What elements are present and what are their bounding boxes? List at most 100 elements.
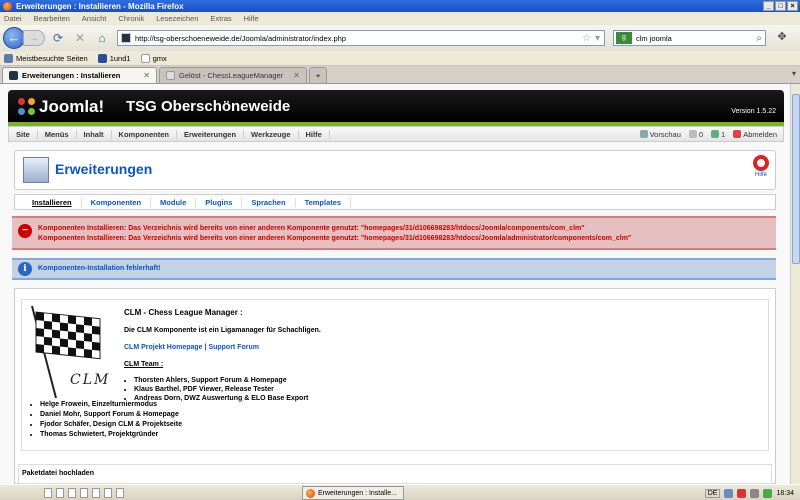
scrollbar-thumb[interactable]: [792, 94, 800, 264]
submenu-plugins[interactable]: Plugins: [196, 197, 243, 207]
joomla-admin-menu: Site Menüs Inhalt Komponenten Erweiterun…: [8, 126, 784, 142]
extensions-icon: [23, 157, 49, 183]
home-button[interactable]: ⌂: [93, 29, 111, 47]
reload-icon: ⟳: [52, 31, 64, 45]
vertical-scrollbar[interactable]: [790, 84, 800, 484]
team-member: Fjodor Schäfer, Design CLM & Projektseit…: [40, 420, 182, 430]
windows-taskbar: Erweiterungen : Installe... DE 18:34: [0, 484, 800, 500]
menu-ansicht[interactable]: Ansicht: [82, 14, 107, 23]
menu-extras[interactable]: Extras: [210, 14, 231, 23]
users-count[interactable]: 1: [711, 130, 725, 139]
upload-heading: Paketdatei hochladen: [22, 470, 94, 477]
tray-security-icon[interactable]: [737, 488, 747, 498]
help-button[interactable]: Hilfe: [753, 155, 769, 178]
submenu-templates[interactable]: Templates: [296, 197, 352, 207]
search-input[interactable]: clm joomla: [636, 34, 756, 43]
preview-link[interactable]: Vorschau: [639, 130, 681, 139]
submenu-module[interactable]: Module: [151, 197, 197, 207]
tray-volume-icon[interactable]: [750, 488, 760, 498]
lifebuoy-icon: [753, 155, 769, 171]
menu-erweiterungen[interactable]: Erweiterungen: [177, 129, 245, 139]
quicklaunch-icon[interactable]: [116, 487, 124, 498]
search-icon[interactable]: ⌕: [756, 33, 762, 44]
info-text: Komponenten-Installation fehlerhaft!: [38, 265, 161, 272]
menu-inhalt[interactable]: Inhalt: [77, 129, 112, 139]
error-message: − Komponenten Installieren: Das Verzeich…: [12, 216, 776, 250]
submenu-sprachen[interactable]: Sprachen: [242, 197, 296, 207]
browser-menubar: Datei Bearbeiten Ansicht Chronik Lesezei…: [0, 12, 800, 25]
tray-network-icon[interactable]: [724, 488, 734, 498]
menu-hilfe[interactable]: Hilfe: [299, 129, 330, 139]
addon-icon[interactable]: ✥: [774, 30, 790, 46]
menu-komponenten[interactable]: Komponenten: [112, 129, 177, 139]
bookmark-gmx[interactable]: gmx: [140, 53, 167, 63]
minimize-button[interactable]: _: [763, 1, 774, 11]
install-panel: CLM CLM - Chess League Manager : Die CLM…: [14, 288, 776, 484]
menu-chronik[interactable]: Chronik: [118, 14, 144, 23]
quicklaunch-icon[interactable]: [92, 487, 100, 498]
menu-bearbeiten[interactable]: Bearbeiten: [34, 14, 70, 23]
url-text[interactable]: http://tsg-oberschoeneweide.de/Joomla/ad…: [135, 34, 582, 43]
reload-button[interactable]: ⟳: [49, 29, 67, 47]
menu-site[interactable]: Site: [9, 129, 38, 139]
joomla-logo[interactable]: Joomla!: [18, 97, 104, 117]
tab-close-icon[interactable]: ✕: [293, 71, 300, 80]
bookmark-star-icon[interactable]: ☆: [582, 33, 591, 44]
menu-lesezeichen[interactable]: Lesezeichen: [156, 14, 198, 23]
team-member: Andreas Dorn, DWZ Auswertung & ELO Base …: [134, 394, 724, 403]
info-icon: i: [18, 262, 32, 276]
bookmark-label: 1und1: [109, 53, 131, 63]
quicklaunch-icon[interactable]: [68, 487, 76, 498]
logout-link[interactable]: Abmelden: [733, 130, 777, 139]
submenu-komponenten[interactable]: Komponenten: [82, 197, 152, 207]
bookmark-label: gmx: [152, 53, 167, 63]
support-forum-link[interactable]: Support Forum: [208, 344, 259, 351]
menu-werkzeuge[interactable]: Werkzeuge: [244, 129, 299, 139]
language-indicator[interactable]: DE: [704, 488, 721, 498]
tab-bar: Erweiterungen : Installieren ✕ Gelöst - …: [0, 66, 800, 84]
team-list-inner: Thorsten Ahlers, Support Forum & Homepag…: [124, 376, 724, 403]
info-message: i Komponenten-Installation fehlerhaft!: [12, 258, 776, 280]
bookmark-meistbesuchte[interactable]: Meistbesuchte Seiten: [4, 53, 88, 63]
tray-app-icon[interactable]: [763, 488, 773, 498]
menu-menues[interactable]: Menüs: [38, 129, 77, 139]
menu-hilfe[interactable]: Hilfe: [244, 14, 259, 23]
tab-label: Gelöst - ChessLeagueManager: [179, 71, 284, 80]
firefox-icon: [3, 1, 12, 11]
tab-erweiterungen[interactable]: Erweiterungen : Installieren ✕: [2, 67, 157, 83]
clm-homepage-link[interactable]: CLM Projekt Homepage: [124, 344, 203, 351]
help-label: Hilfe: [754, 172, 767, 178]
messages-count[interactable]: 0: [688, 130, 703, 139]
page-title: Erweiterungen: [55, 161, 153, 177]
team-member: Thomas Schwietert, Projektgründer: [40, 430, 182, 440]
quicklaunch-icon[interactable]: [44, 487, 52, 498]
quicklaunch-icon[interactable]: [56, 487, 64, 498]
search-engine-icon[interactable]: g: [616, 32, 632, 44]
url-dropdown-icon[interactable]: ▾: [595, 33, 600, 44]
team-member: Helge Frowein, Einzelturniermodus: [40, 400, 182, 410]
site-name: TSG Oberschöneweide: [126, 98, 291, 115]
tab-geloest[interactable]: Gelöst - ChessLeagueManager ✕: [159, 67, 307, 83]
taskbar-firefox-window[interactable]: Erweiterungen : Installe...: [302, 486, 404, 500]
menu-datei[interactable]: Datei: [4, 14, 22, 23]
tab-list-icon[interactable]: ▾: [792, 69, 796, 78]
back-button[interactable]: ←: [3, 27, 25, 49]
site-favicon-icon: [121, 33, 131, 43]
quicklaunch-icon[interactable]: [80, 487, 88, 498]
bookmark-1und1-icon: [97, 53, 107, 63]
extensions-submenu: Installieren Komponenten Module Plugins …: [14, 194, 776, 210]
forward-button[interactable]: →: [23, 30, 45, 46]
window-titlebar: Erweiterungen : Installieren - Mozilla F…: [0, 0, 800, 12]
submenu-installieren[interactable]: Installieren: [23, 197, 82, 207]
team-member: Daniel Mohr, Support Forum & Homepage: [40, 410, 182, 420]
bookmark-1und1[interactable]: 1und1: [97, 53, 131, 63]
maximize-button[interactable]: □: [775, 1, 786, 11]
stop-button[interactable]: ✕: [71, 29, 89, 47]
quicklaunch-icon[interactable]: [104, 487, 112, 498]
close-button[interactable]: ×: [787, 1, 798, 11]
search-bar[interactable]: g clm joomla ⌕: [613, 30, 766, 46]
new-tab-button[interactable]: +: [309, 67, 327, 83]
tab-close-icon[interactable]: ✕: [143, 71, 150, 80]
admin-status: Vorschau 0 1 Abmelden: [639, 130, 783, 139]
url-bar[interactable]: http://tsg-oberschoeneweide.de/Joomla/ad…: [117, 30, 605, 46]
